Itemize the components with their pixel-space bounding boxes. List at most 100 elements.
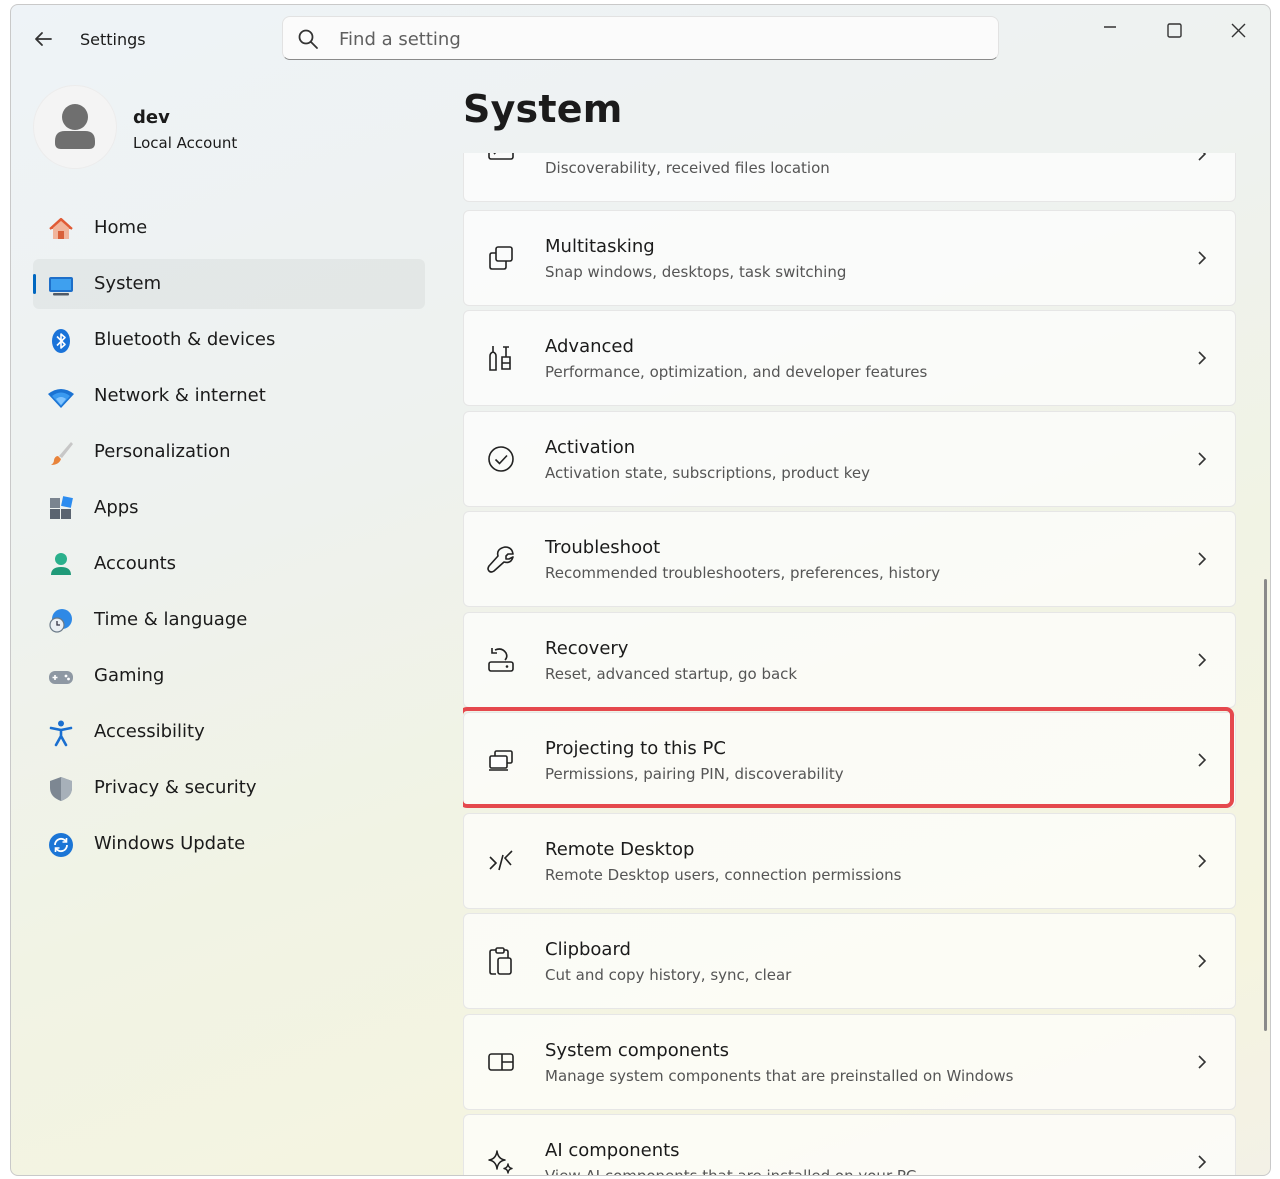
chevron-right-icon — [1198, 552, 1207, 566]
clipboard-icon — [489, 947, 512, 975]
settings-list: Discoverability, received files location… — [463, 153, 1236, 1175]
close-button[interactable] — [1213, 15, 1263, 49]
maximize-button[interactable] — [1149, 15, 1199, 49]
chevron-right-icon — [1198, 251, 1207, 265]
chevron-right-icon — [1198, 452, 1207, 466]
nearby-sharing-card[interactable]: Discoverability, received files location — [463, 153, 1236, 202]
card-description: Snap windows, desktops, task switching — [545, 263, 847, 281]
clipboard-card[interactable]: Clipboard Cut and copy history, sync, cl… — [463, 913, 1236, 1009]
close-icon — [1231, 23, 1246, 38]
maximize-icon — [1167, 23, 1182, 38]
projecting-icon — [489, 750, 513, 771]
back-button[interactable] — [29, 25, 57, 53]
selection-indicator — [33, 274, 36, 294]
account-type: Local Account — [133, 134, 238, 152]
sidebar-item-personalization[interactable]: Personalization — [33, 427, 425, 477]
sidebar-item-accounts[interactable]: Accounts — [33, 539, 425, 589]
projecting-to-this-pc-card[interactable]: Projecting to this PC Permissions, pairi… — [463, 712, 1236, 808]
recovery-card[interactable]: Recovery Reset, advanced startup, go bac… — [463, 612, 1236, 708]
card-description: Recommended troubleshooters, preferences… — [545, 564, 941, 582]
globe-clock-icon — [49, 609, 72, 633]
sidebar-item-bluetooth[interactable]: Bluetooth & devices — [33, 315, 425, 365]
sidebar-item-label: Privacy & security — [94, 777, 257, 798]
sidebar-item-home[interactable]: Home — [33, 203, 425, 253]
remote-desktop-card[interactable]: Remote Desktop Remote Desktop users, con… — [463, 813, 1236, 909]
user-avatar-icon — [55, 104, 95, 149]
sidebar-item-label: Gaming — [94, 665, 165, 686]
multitasking-card[interactable]: Multitasking Snap windows, desktops, tas… — [463, 210, 1236, 306]
chevron-right-icon — [1198, 753, 1207, 767]
troubleshoot-card[interactable]: Troubleshoot Recommended troubleshooters… — [463, 511, 1236, 607]
search-input[interactable] — [337, 25, 981, 53]
chevron-right-icon — [1198, 954, 1207, 968]
person-icon — [51, 553, 71, 575]
gamepad-icon — [49, 671, 73, 684]
system-components-icon — [488, 1053, 514, 1071]
scrollbar-thumb[interactable] — [1264, 579, 1267, 1031]
card-description: Reset, advanced startup, go back — [545, 665, 798, 683]
sidebar-item-windows-update[interactable]: Windows Update — [33, 819, 425, 869]
sidebar-item-label: Network & internet — [94, 385, 266, 406]
chevron-right-icon — [1198, 1055, 1207, 1069]
sidebar-item-label: Time & language — [94, 609, 248, 630]
card-description: View AI components that are installed on… — [545, 1167, 916, 1175]
user-name: dev — [133, 107, 170, 128]
multitasking-icon — [489, 246, 513, 270]
arrow-left-icon — [35, 32, 52, 46]
tools-icon — [489, 346, 511, 371]
accessibility-icon — [49, 720, 73, 747]
sidebar-item-apps[interactable]: Apps — [33, 483, 425, 533]
search-box[interactable] — [282, 16, 999, 60]
system-components-card[interactable]: System components Manage system componen… — [463, 1014, 1236, 1110]
sidebar-item-privacy[interactable]: Privacy & security — [33, 763, 425, 813]
sidebar-item-label: Accounts — [94, 553, 177, 574]
card-title: Projecting to this PC — [545, 738, 726, 759]
remote-desktop-icon — [489, 850, 513, 871]
system-monitor-icon — [49, 277, 73, 296]
sidebar-item-network[interactable]: Network & internet — [33, 371, 425, 421]
title-bar: Settings — [11, 5, 1270, 69]
ai-components-card[interactable]: AI components View AI components that ar… — [463, 1114, 1236, 1175]
sidebar-item-label: Home — [94, 217, 148, 238]
paintbrush-icon — [51, 442, 73, 465]
shield-icon — [50, 777, 72, 801]
card-title: Remote Desktop — [545, 839, 695, 860]
card-description: Cut and copy history, sync, clear — [545, 966, 792, 984]
sidebar-item-label: Apps — [94, 497, 139, 518]
sidebar-item-label: Windows Update — [94, 833, 246, 854]
sidebar-item-time-language[interactable]: Time & language — [33, 595, 425, 645]
nearby-sharing-icon — [488, 153, 514, 160]
refresh-icon — [49, 833, 73, 857]
avatar[interactable] — [33, 85, 117, 169]
app-title: Settings — [80, 30, 146, 49]
recovery-icon — [488, 648, 514, 672]
card-title: System components — [545, 1040, 730, 1061]
card-title: Activation — [545, 437, 636, 458]
advanced-card[interactable]: Advanced Performance, optimization, and … — [463, 310, 1236, 406]
page-title: System — [463, 87, 623, 131]
chevron-right-icon — [1198, 1155, 1207, 1169]
chevron-right-icon — [1198, 351, 1207, 365]
activation-card[interactable]: Activation Activation state, subscriptio… — [463, 411, 1236, 507]
chevron-right-icon — [1198, 854, 1207, 868]
wrench-icon — [487, 546, 514, 573]
card-title: Troubleshoot — [545, 537, 661, 558]
card-description: Manage system components that are preins… — [545, 1067, 1014, 1085]
sidebar-item-label: Bluetooth & devices — [94, 329, 276, 350]
card-description: Remote Desktop users, connection permiss… — [545, 866, 902, 884]
sidebar-item-gaming[interactable]: Gaming — [33, 651, 425, 701]
settings-window: Settings Find a setting dev Local Accoun… — [10, 4, 1271, 1176]
card-description: Permissions, pairing PIN, discoverabilit… — [545, 765, 844, 783]
check-circle-icon — [488, 446, 514, 472]
search-icon — [298, 29, 318, 49]
card-title: AI components — [545, 1140, 680, 1161]
card-title: Multitasking — [545, 236, 655, 257]
sidebar-item-label: Accessibility — [94, 721, 205, 742]
sparkle-icon — [488, 1150, 513, 1174]
sidebar-item-system[interactable]: System — [33, 259, 425, 309]
minimize-button[interactable] — [1085, 15, 1135, 49]
card-title: Advanced — [545, 336, 634, 357]
sidebar-item-accessibility[interactable]: Accessibility — [33, 707, 425, 757]
sidebar-nav: Home System Bluetooth & devices Network … — [33, 203, 425, 875]
card-description: Activation state, subscriptions, product… — [545, 464, 870, 482]
